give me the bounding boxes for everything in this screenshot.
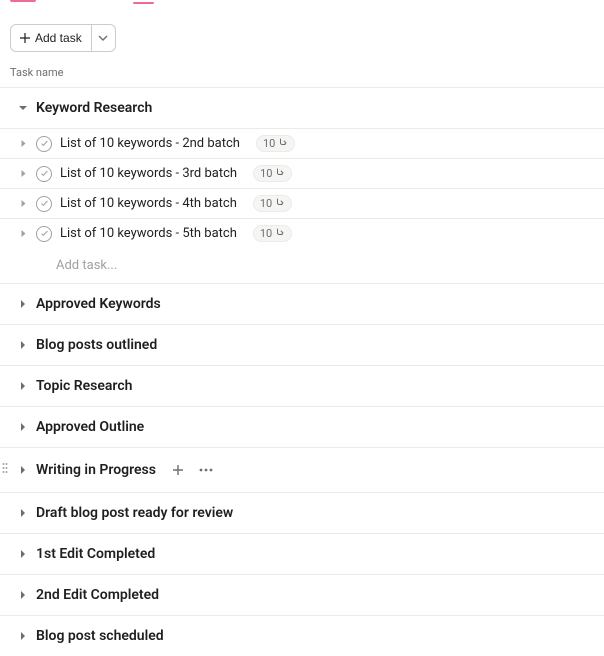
subtask-icon xyxy=(275,227,285,240)
section-header[interactable]: Approved Keywords xyxy=(0,284,604,324)
section-header[interactable]: 1st Edit Completed xyxy=(0,534,604,574)
caret-down-icon[interactable] xyxy=(18,103,28,113)
subtask-count: 10 xyxy=(263,137,275,150)
section: Topic Research xyxy=(0,365,604,406)
section-header[interactable]: Writing in Progress xyxy=(0,448,604,492)
section-title[interactable]: Keyword Research xyxy=(36,100,152,116)
subtask-count: 10 xyxy=(260,227,272,240)
caret-right-icon[interactable] xyxy=(18,381,28,391)
add-task-button[interactable]: Add task xyxy=(10,24,92,52)
chevron-down-icon xyxy=(98,33,108,43)
subtask-icon xyxy=(275,167,285,180)
section-title[interactable]: 1st Edit Completed xyxy=(36,546,155,562)
caret-right-icon[interactable] xyxy=(18,631,28,641)
caret-right-icon[interactable] xyxy=(18,422,28,432)
section-title[interactable]: Blog post scheduled xyxy=(36,628,164,644)
section-title[interactable]: Approved Outline xyxy=(36,419,144,435)
plus-icon xyxy=(20,33,30,43)
caret-right-icon[interactable] xyxy=(18,169,28,179)
complete-checkbox[interactable] xyxy=(36,226,52,242)
section-more-icon[interactable] xyxy=(196,460,216,480)
caret-right-icon[interactable] xyxy=(18,229,28,239)
section: Keyword Research List of 10 keywords - 2n… xyxy=(0,87,604,283)
project-color-chip xyxy=(10,0,36,2)
caret-right-icon[interactable] xyxy=(18,508,28,518)
section-actions xyxy=(168,460,216,480)
add-task-inline[interactable]: Add task... xyxy=(0,248,604,283)
sections-list: Keyword Research List of 10 keywords - 2n… xyxy=(0,87,604,656)
task-row[interactable]: List of 10 keywords - 2nd batch 10 xyxy=(0,128,604,158)
subtask-count-pill[interactable]: 10 xyxy=(253,165,292,182)
section-header[interactable]: 2nd Edit Completed xyxy=(0,575,604,615)
task-row[interactable]: List of 10 keywords - 4th batch 10 xyxy=(0,188,604,218)
section-title[interactable]: Blog posts outlined xyxy=(36,337,157,353)
complete-checkbox[interactable] xyxy=(36,166,52,182)
section-add-task-icon[interactable] xyxy=(168,460,188,480)
subtask-icon xyxy=(278,137,288,150)
caret-right-icon[interactable] xyxy=(18,199,28,209)
section-header[interactable]: Topic Research xyxy=(0,366,604,406)
drag-handle-icon[interactable] xyxy=(1,462,9,474)
section-header[interactable]: Approved Outline xyxy=(0,407,604,447)
section: 2nd Edit Completed xyxy=(0,574,604,615)
section: Writing in Progress xyxy=(0,447,604,492)
subtask-count: 10 xyxy=(260,167,272,180)
section: Approved Keywords xyxy=(0,283,604,324)
subtask-count: 10 xyxy=(260,197,272,210)
section-title[interactable]: 2nd Edit Completed xyxy=(36,587,159,603)
subtask-count-pill[interactable]: 10 xyxy=(253,225,292,242)
section: Blog posts outlined xyxy=(0,324,604,365)
caret-right-icon[interactable] xyxy=(18,590,28,600)
caret-right-icon[interactable] xyxy=(18,299,28,309)
section-header[interactable]: Keyword Research xyxy=(0,88,604,128)
task-name[interactable]: List of 10 keywords - 3rd batch xyxy=(60,166,237,181)
add-task-dropdown[interactable] xyxy=(92,24,116,52)
section-title[interactable]: Draft blog post ready for review xyxy=(36,505,233,521)
section: Approved Outline xyxy=(0,406,604,447)
section: Draft blog post ready for review xyxy=(0,492,604,533)
nav-tabs: Overview List Board Timeline Calendar Da… xyxy=(0,0,604,2)
subtask-icon xyxy=(275,197,285,210)
toolbar: Add task xyxy=(0,16,604,60)
task-name[interactable]: List of 10 keywords - 2nd batch xyxy=(60,136,240,151)
task-name[interactable]: List of 10 keywords - 5th batch xyxy=(60,226,237,241)
caret-right-icon[interactable] xyxy=(18,549,28,559)
caret-right-icon[interactable] xyxy=(18,139,28,149)
caret-right-icon[interactable] xyxy=(18,465,28,475)
add-task-button-label: Add task xyxy=(35,31,82,45)
complete-checkbox[interactable] xyxy=(36,136,52,152)
section-header[interactable]: Blog post scheduled xyxy=(0,616,604,656)
task-row[interactable]: List of 10 keywords - 5th batch 10 xyxy=(0,218,604,248)
subtask-count-pill[interactable]: 10 xyxy=(256,135,295,152)
section: 1st Edit Completed xyxy=(0,533,604,574)
task-name[interactable]: List of 10 keywords - 4th batch xyxy=(60,196,237,211)
complete-checkbox[interactable] xyxy=(36,196,52,212)
section-title[interactable]: Approved Keywords xyxy=(36,296,161,312)
caret-right-icon[interactable] xyxy=(18,340,28,350)
task-row[interactable]: List of 10 keywords - 3rd batch 10 xyxy=(0,158,604,188)
column-task-name: Task name xyxy=(10,66,63,79)
section-title[interactable]: Writing in Progress xyxy=(36,462,156,478)
subtask-count-pill[interactable]: 10 xyxy=(253,195,292,212)
section-title[interactable]: Topic Research xyxy=(36,378,132,394)
section-header[interactable]: Blog posts outlined xyxy=(0,325,604,365)
section-header[interactable]: Draft blog post ready for review xyxy=(0,493,604,533)
column-header-row: Task name xyxy=(0,60,604,87)
